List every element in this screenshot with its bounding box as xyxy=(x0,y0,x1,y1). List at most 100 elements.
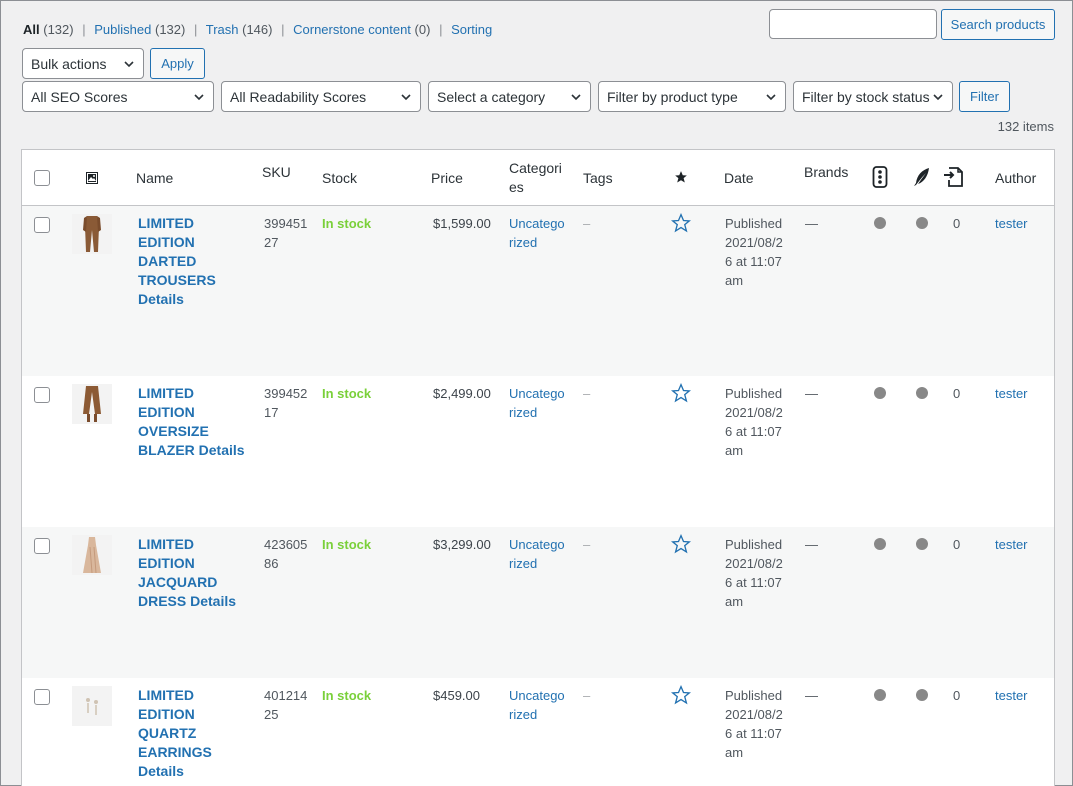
search-products-button[interactable]: Search products xyxy=(941,9,1055,40)
product-brand: — xyxy=(805,386,818,401)
author-link[interactable]: tester xyxy=(995,214,1028,233)
incoming-links-count: 0 xyxy=(953,386,961,401)
product-name-link[interactable]: LIMITED EDITION QUARTZ EARRINGS Details xyxy=(138,686,250,781)
product-sku: 39945127 xyxy=(264,216,308,250)
bulk-actions-label: Bulk actions xyxy=(31,55,107,72)
column-brands[interactable]: Brands xyxy=(804,163,848,182)
separator: | xyxy=(281,22,285,37)
traffic-light-icon[interactable] xyxy=(872,166,888,193)
view-cornerstone-count: (0) xyxy=(414,22,431,37)
column-name[interactable]: Name xyxy=(136,169,173,188)
author-link[interactable]: tester xyxy=(995,535,1028,554)
product-date: Published 2021/08/26 at 11:07 am xyxy=(725,537,783,609)
seo-score-dot xyxy=(874,387,886,399)
star-outline-icon[interactable] xyxy=(670,684,692,710)
chevron-down-icon xyxy=(123,58,135,70)
column-tags: Tags xyxy=(583,170,613,186)
bulk-actions-select[interactable]: Bulk actions xyxy=(22,48,144,79)
product-price: $459.00 xyxy=(433,688,480,703)
stock-status: In stock xyxy=(322,537,372,552)
product-name-link[interactable]: LIMITED EDITION JACQUARD DRESS Details xyxy=(138,535,250,611)
column-date[interactable]: Date xyxy=(724,169,754,188)
chevron-down-icon xyxy=(570,91,582,103)
table-row: LIMITED EDITION DARTED TROUSERS Details … xyxy=(22,206,1054,376)
product-thumbnail[interactable] xyxy=(72,214,112,254)
view-trash-link[interactable]: Trash xyxy=(206,22,239,37)
view-sorting-link[interactable]: Sorting xyxy=(451,22,492,37)
product-price: $3,299.00 xyxy=(433,537,491,552)
product-brand: — xyxy=(805,688,818,703)
product-name-link[interactable]: LIMITED EDITION OVERSIZE BLAZER Details xyxy=(138,384,250,460)
product-brand: — xyxy=(805,537,818,552)
product-thumbnail[interactable] xyxy=(72,384,112,424)
seo-score-filter-label: All SEO Scores xyxy=(31,88,128,105)
view-cornerstone-link[interactable]: Cornerstone content xyxy=(293,22,411,37)
row-checkbox[interactable] xyxy=(34,387,50,403)
category-filter-label: Select a category xyxy=(437,88,546,105)
row-checkbox[interactable] xyxy=(34,217,50,233)
row-checkbox[interactable] xyxy=(34,538,50,554)
star-outline-icon[interactable] xyxy=(670,382,692,408)
category-filter[interactable]: Select a category xyxy=(428,81,591,112)
incoming-link-icon[interactable] xyxy=(942,166,964,193)
author-link[interactable]: tester xyxy=(995,384,1028,403)
product-sku: 40121425 xyxy=(264,688,308,722)
product-thumbnail[interactable] xyxy=(72,535,112,575)
search-input[interactable] xyxy=(769,9,937,39)
products-table: Name SKU Stock Price Categories Tags Dat… xyxy=(21,149,1055,786)
seo-score-dot xyxy=(874,217,886,229)
product-sku: 39945217 xyxy=(264,386,308,420)
category-link[interactable]: Uncategorized xyxy=(509,535,565,573)
star-outline-icon[interactable] xyxy=(670,212,692,238)
feather-icon[interactable] xyxy=(913,167,931,192)
select-all-checkbox[interactable] xyxy=(34,170,50,186)
stock-status: In stock xyxy=(322,386,372,401)
apply-button[interactable]: Apply xyxy=(150,48,205,79)
product-name-link[interactable]: LIMITED EDITION DARTED TROUSERS Details xyxy=(138,214,250,309)
product-tags: – xyxy=(583,537,591,552)
stock-status-filter[interactable]: Filter by stock status xyxy=(793,81,953,112)
product-date: Published 2021/08/26 at 11:07 am xyxy=(725,688,783,760)
filter-button[interactable]: Filter xyxy=(959,81,1010,112)
product-tags: – xyxy=(583,216,591,231)
seo-score-dot xyxy=(874,538,886,550)
chevron-down-icon xyxy=(932,91,944,103)
incoming-links-count: 0 xyxy=(953,537,961,552)
star-outline-icon[interactable] xyxy=(670,533,692,559)
chevron-down-icon xyxy=(400,91,412,103)
table-row: LIMITED EDITION OVERSIZE BLAZER Details … xyxy=(22,376,1054,527)
product-thumbnail[interactable] xyxy=(72,686,112,726)
view-all-count: (132) xyxy=(43,22,74,37)
readability-score-dot xyxy=(916,387,928,399)
seo-score-filter[interactable]: All SEO Scores xyxy=(22,81,214,112)
product-tags: – xyxy=(583,386,591,401)
view-all-link[interactable]: All xyxy=(23,22,40,37)
stock-status-filter-label: Filter by stock status xyxy=(802,88,930,105)
column-stock: Stock xyxy=(322,170,358,186)
row-checkbox[interactable] xyxy=(34,689,50,705)
product-price: $1,599.00 xyxy=(433,216,491,231)
readability-score-dot xyxy=(916,217,928,229)
table-row: LIMITED EDITION JACQUARD DRESS Details 4… xyxy=(22,527,1054,678)
column-author: Author xyxy=(995,170,1037,186)
product-type-filter[interactable]: Filter by product type xyxy=(598,81,786,112)
product-type-filter-label: Filter by product type xyxy=(607,88,738,105)
author-link[interactable]: tester xyxy=(995,686,1028,705)
product-date: Published 2021/08/26 at 11:07 am xyxy=(725,386,783,458)
view-published-link[interactable]: Published xyxy=(94,22,151,37)
category-link[interactable]: Uncategorized xyxy=(509,214,565,252)
column-sku[interactable]: SKU xyxy=(262,163,291,182)
category-link[interactable]: Uncategorized xyxy=(509,686,565,724)
star-filled-icon[interactable] xyxy=(674,170,688,189)
product-price: $2,499.00 xyxy=(433,386,491,401)
category-link[interactable]: Uncategorized xyxy=(509,384,565,422)
readability-score-dot xyxy=(916,538,928,550)
column-price[interactable]: Price xyxy=(431,169,463,188)
incoming-links-count: 0 xyxy=(953,216,961,231)
column-categories: Categories xyxy=(509,160,562,195)
product-tags: – xyxy=(583,688,591,703)
table-row: LIMITED EDITION QUARTZ EARRINGS Details … xyxy=(22,678,1054,786)
image-icon xyxy=(86,170,98,189)
readability-filter[interactable]: All Readability Scores xyxy=(221,81,421,112)
stock-status: In stock xyxy=(322,688,372,703)
